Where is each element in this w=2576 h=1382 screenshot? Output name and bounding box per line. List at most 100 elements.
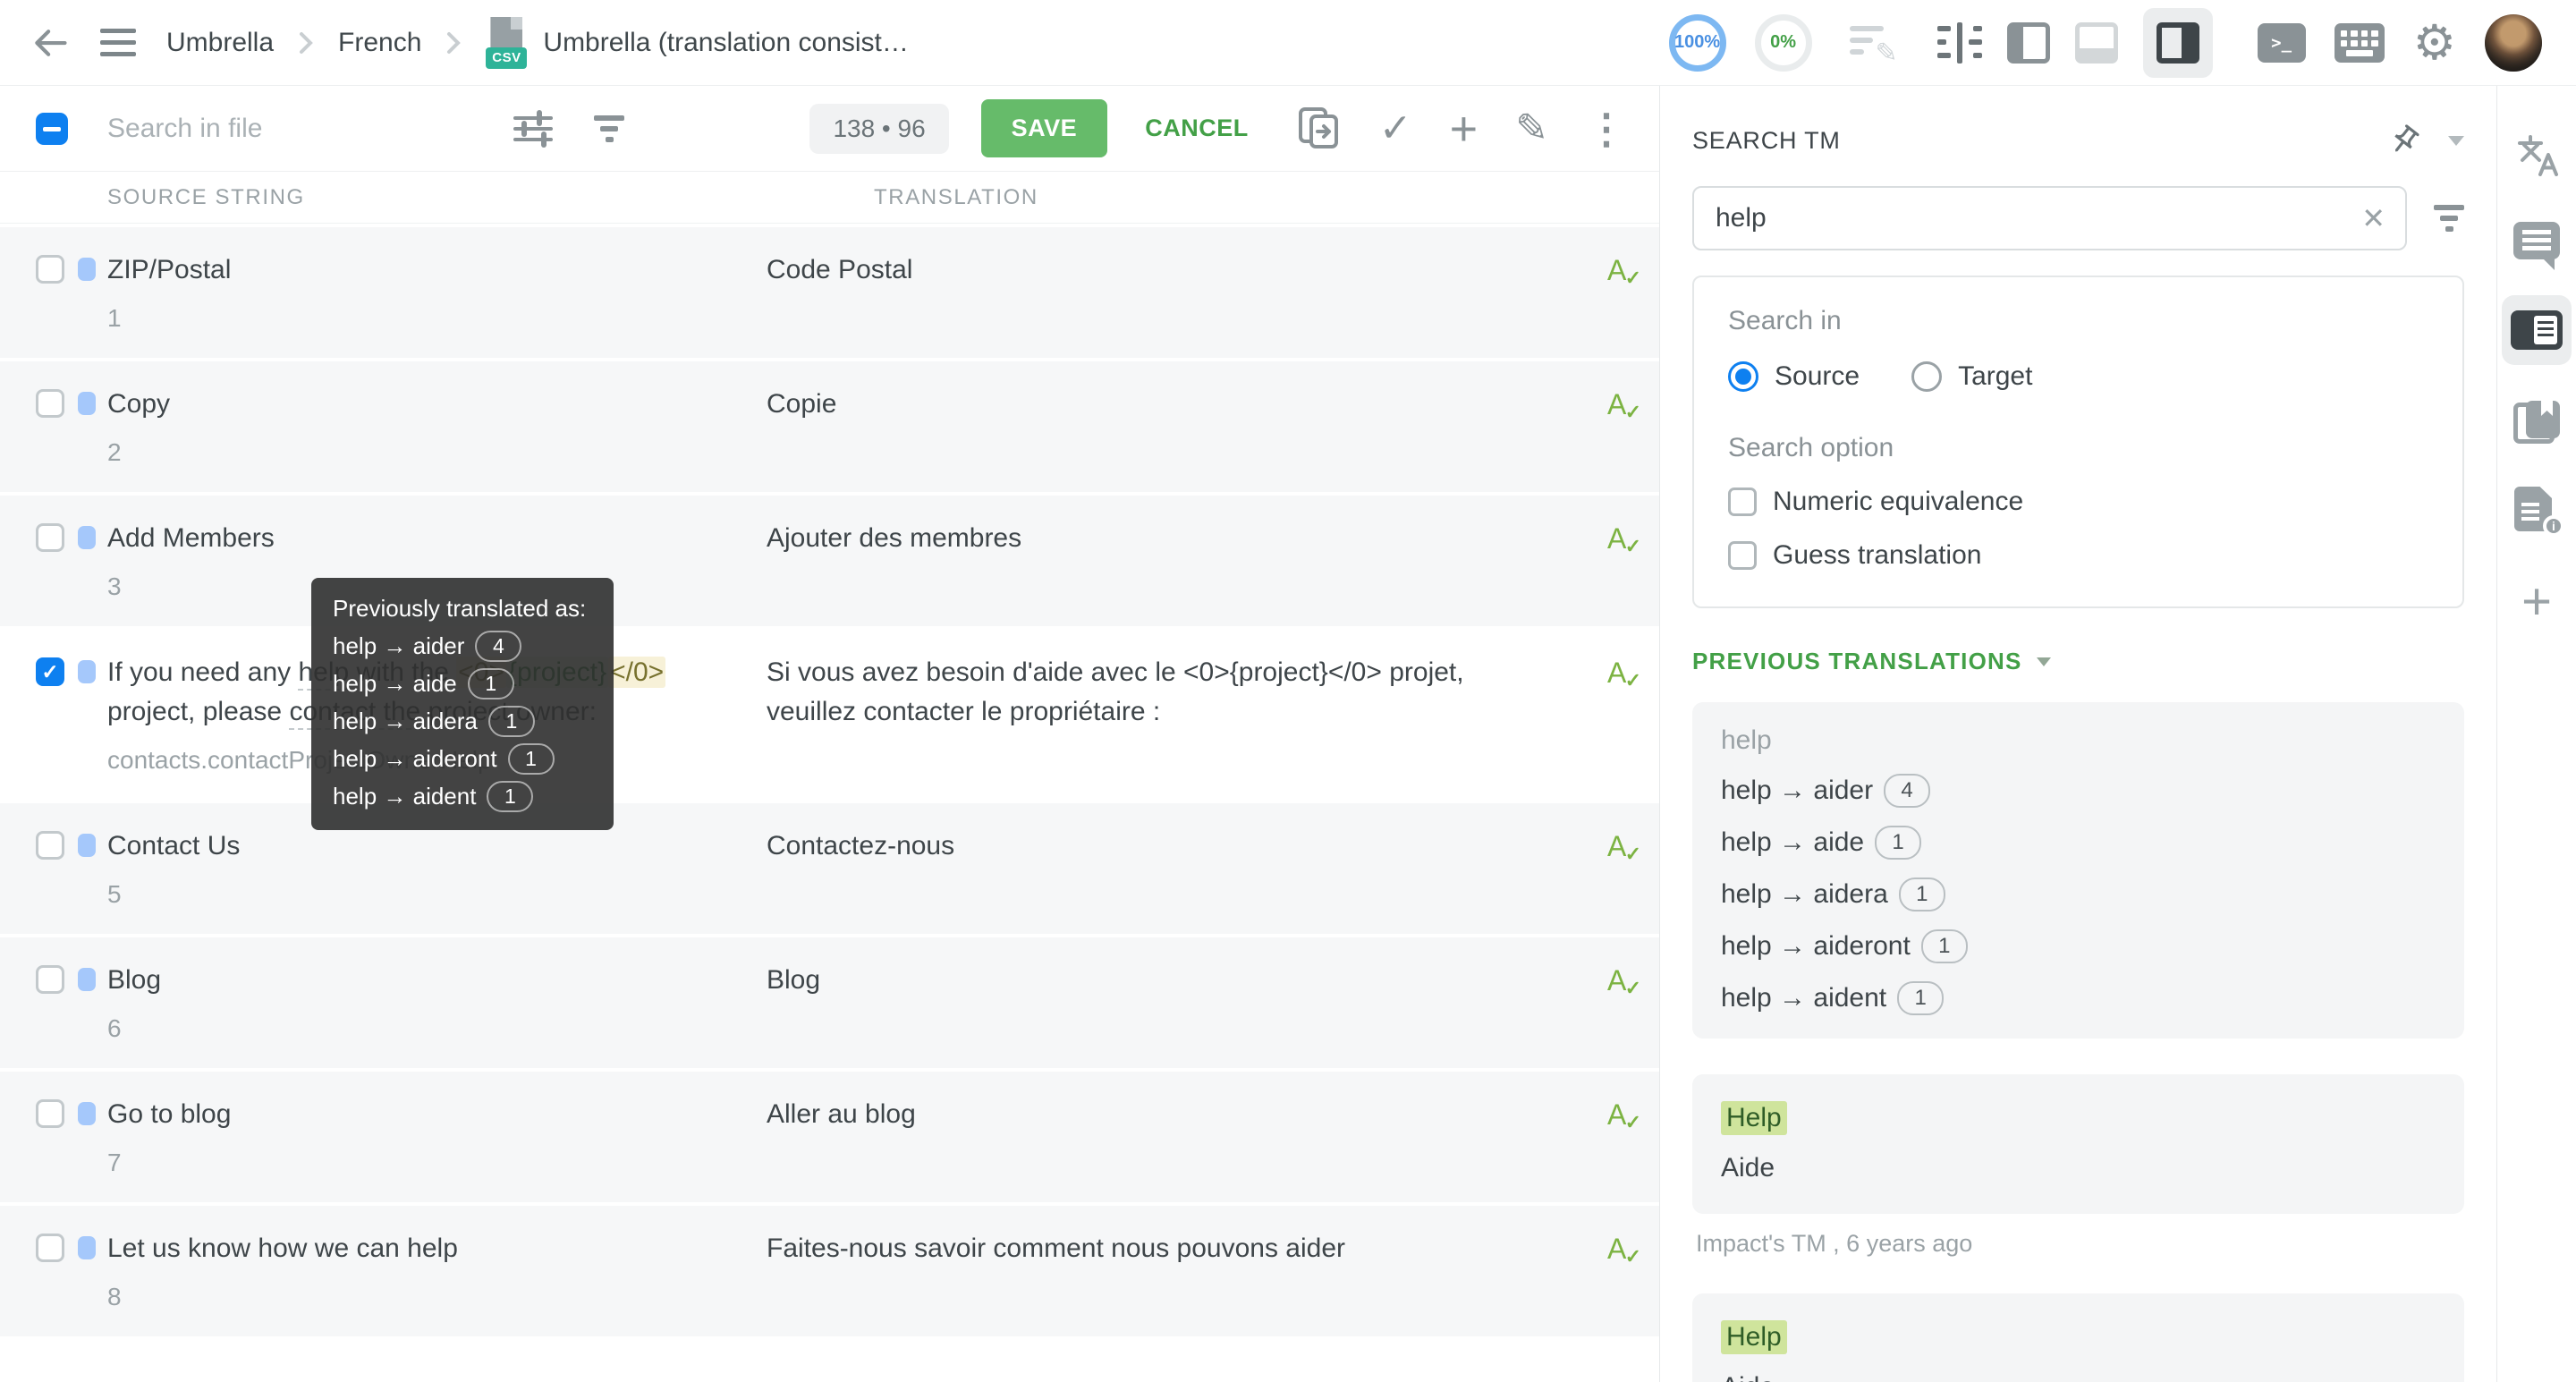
chevron-down-icon[interactable]	[2448, 136, 2464, 146]
term-list-item[interactable]: help → aidera1	[1721, 878, 2436, 911]
previous-translations-toggle[interactable]: PREVIOUS TRANSLATIONS	[1692, 648, 2464, 675]
numeric-equivalence-checkbox[interactable]	[1728, 488, 1757, 516]
tm-filter-icon[interactable]	[2434, 205, 2464, 232]
radio-source[interactable]: Source	[1728, 361, 1860, 392]
numeric-equivalence-option[interactable]: Numeric equivalence	[1728, 487, 2428, 517]
tm-result-source: Help	[1721, 1320, 2436, 1354]
row-checkbox[interactable]	[36, 831, 64, 860]
add-panel-icon[interactable]	[2521, 576, 2552, 628]
pin-panel-icon[interactable]	[2387, 123, 2421, 157]
approve-icon[interactable]	[1379, 109, 1412, 148]
display-settings-icon[interactable]	[512, 109, 555, 148]
console-icon[interactable]: >_	[2258, 23, 2306, 63]
row-status-cell	[1582, 519, 1659, 601]
row-status-cell	[1582, 250, 1659, 333]
term-pair: help → aidera	[1721, 879, 1888, 910]
edit-icon[interactable]	[1515, 109, 1548, 148]
breadcrumb-file[interactable]: CSV Umbrella (translation consist…	[486, 17, 908, 69]
keyboard-shortcuts-icon[interactable]	[2334, 23, 2385, 63]
term-list-item[interactable]: help → aideront1	[1721, 929, 2436, 963]
row-checkbox[interactable]	[36, 389, 64, 418]
search-in-file-input[interactable]	[106, 113, 490, 145]
file-type-badge: CSV	[486, 47, 527, 69]
right-panel-view-icon	[2157, 22, 2199, 64]
translated-status-icon	[1607, 388, 1634, 422]
row-checkbox[interactable]	[36, 523, 64, 552]
row-checkbox[interactable]	[36, 1099, 64, 1128]
proofread-icon[interactable]	[1850, 22, 1896, 64]
row-checkbox[interactable]	[36, 965, 64, 994]
radio-source-control[interactable]	[1728, 361, 1758, 392]
menu-icon[interactable]	[100, 29, 136, 56]
filter-icon[interactable]	[594, 115, 624, 142]
table-row[interactable]: Copy2Copie	[0, 361, 1659, 492]
select-all-checkbox[interactable]	[36, 113, 68, 145]
more-options-icon[interactable]	[1586, 108, 1627, 149]
table-row[interactable]: Let us know how we can help8Faites-nous …	[0, 1206, 1659, 1336]
translation-text: Code Postal	[767, 250, 1582, 333]
guess-translation-checkbox[interactable]	[1728, 541, 1757, 570]
back-icon[interactable]	[30, 23, 70, 63]
translation-text: Aller au blog	[767, 1095, 1582, 1177]
source-string-text: Let us know how we can help	[107, 1229, 731, 1268]
comfortable-view-icon[interactable]	[1937, 22, 1982, 64]
comments-icon[interactable]	[2513, 222, 2560, 259]
string-status-dot	[78, 660, 96, 683]
translated-status-icon	[1607, 1233, 1634, 1267]
clear-search-icon[interactable]	[2361, 204, 2385, 233]
table-row[interactable]: Go to blog7Aller au blog	[0, 1072, 1659, 1202]
save-button[interactable]: SAVE	[981, 99, 1108, 157]
translation-text: Ajouter des membres	[767, 519, 1582, 601]
translated-status-icon	[1607, 830, 1634, 864]
radio-target-control[interactable]	[1911, 361, 1942, 392]
right-panel-view-active[interactable]	[2143, 8, 2213, 78]
row-checkbox[interactable]	[36, 657, 64, 686]
term-list-item[interactable]: help → aider4	[1721, 774, 2436, 808]
term-count-badge: 1	[1875, 826, 1921, 860]
side-by-side-view-icon[interactable]	[2007, 22, 2050, 64]
breadcrumb-project[interactable]: Umbrella	[166, 28, 274, 58]
cancel-button[interactable]: CANCEL	[1140, 114, 1254, 142]
tm-result-card[interactable]: HelpAide	[1692, 1074, 2464, 1214]
table-row[interactable]: ZIP/Postal1Code Postal	[0, 227, 1659, 358]
string-status-dot	[78, 258, 96, 281]
term-list-item[interactable]: help → aide1	[1721, 826, 2436, 860]
source-string-text: Add Members	[107, 519, 731, 558]
file-context-icon[interactable]: i	[2514, 487, 2559, 533]
translation-text: Si vous avez besoin d'aide avec le <0>{p…	[767, 653, 1582, 775]
tm-search-input[interactable]	[1714, 202, 2361, 234]
tm-result-card[interactable]: HelpAide	[1692, 1293, 2464, 1382]
bottom-panel-view-icon[interactable]	[2075, 22, 2118, 64]
table-row[interactable]: Blog6Blog	[0, 937, 1659, 1068]
row-checkbox[interactable]	[36, 255, 64, 284]
tm-panel-tab-active[interactable]	[2502, 295, 2572, 365]
source-string-text: ZIP/Postal	[107, 250, 731, 290]
tooltip-item: help → aidera1	[333, 706, 592, 737]
search-option-label: Search option	[1728, 433, 2428, 463]
source-cell: Copy2	[107, 385, 767, 467]
row-select-cell	[0, 1229, 107, 1311]
string-status-dot	[78, 834, 96, 857]
approved-progress-ring[interactable]: 0%	[1755, 14, 1812, 72]
term-list-item[interactable]: help → aident1	[1721, 981, 2436, 1015]
term-count-badge: 1	[1897, 981, 1944, 1015]
previously-translated-tooltip: Previously translated as: help → aider4h…	[311, 578, 614, 830]
translated-progress-ring[interactable]: 100%	[1669, 14, 1726, 72]
table-row[interactable]: Add Members3Ajouter des membres	[0, 496, 1659, 626]
row-checkbox[interactable]	[36, 1234, 64, 1262]
tooltip-item-pair: help → aide	[333, 670, 457, 698]
table-row[interactable]: Contact Us5Contactez-nous	[0, 803, 1659, 934]
radio-target[interactable]: Target	[1911, 361, 2032, 392]
view-mode-switcher	[1937, 8, 2213, 78]
guess-translation-option[interactable]: Guess translation	[1728, 540, 2428, 571]
add-string-icon[interactable]	[1450, 105, 1479, 153]
machine-translation-icon[interactable]	[2513, 132, 2560, 179]
editor-window: Umbrella French CSV Umbrella (translatio…	[0, 0, 2576, 1382]
translated-status-icon	[1607, 522, 1634, 556]
glossary-icon[interactable]	[2513, 401, 2560, 444]
table-row[interactable]: If you need any help with the <0>{projec…	[0, 630, 1659, 800]
settings-gear-icon[interactable]: ⚙	[2413, 19, 2456, 67]
copy-source-icon[interactable]	[1295, 106, 1342, 152]
user-avatar[interactable]	[2485, 14, 2542, 72]
breadcrumb-language[interactable]: French	[338, 28, 421, 58]
